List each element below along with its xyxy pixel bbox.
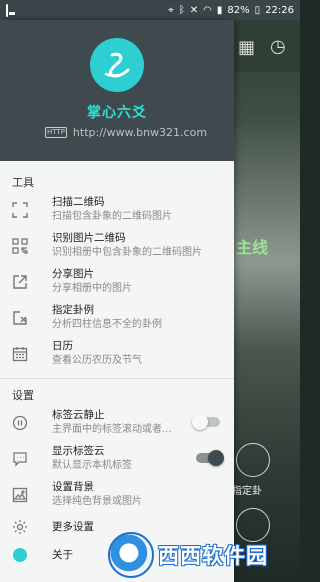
settings-section-title: 设置 <box>12 389 34 402</box>
signal-icon: ▮ <box>216 4 223 16</box>
calendar-icon <box>12 346 28 362</box>
website-link[interactable]: HTTP http://www.bnw321.com <box>45 126 207 139</box>
menu-item-recognize-qr[interactable]: 识别图片二维码 识别相册中包含卦象的二维码图片 <box>0 228 234 264</box>
menu-item-label: 日历 <box>52 340 73 352</box>
menu-item-label: 分享图片 <box>52 268 94 280</box>
background-calendar-icon[interactable]: ▦ <box>238 37 255 58</box>
battery-percent: 82% <box>227 4 250 16</box>
app-name: 掌心六爻 <box>87 105 147 121</box>
menu-item-label: 指定卦例 <box>52 304 94 316</box>
menu-item-description: 识别相册中包含卦象的二维码图片 <box>52 247 202 258</box>
location-icon: ⌖ <box>168 4 174 16</box>
tag-cloud-static-toggle[interactable] <box>192 414 220 430</box>
watermark-text: 西西软件园 <box>158 544 268 568</box>
menu-item-set-background[interactable]: 设置背景 选择纯色背景或图片 <box>0 477 234 513</box>
menu-item-label: 识别图片二维码 <box>52 232 126 244</box>
background-green-label: 主线 <box>236 238 269 257</box>
website-url: http://www.bnw321.com <box>72 126 208 139</box>
watermark-logo-icon <box>108 532 154 578</box>
gear-icon <box>12 519 28 535</box>
menu-item-description: 选择纯色背景或图片 <box>52 496 142 507</box>
about-icon <box>12 547 28 563</box>
qr-icon <box>12 238 28 254</box>
menu-item-description: 分析四柱信息不全的卦例 <box>52 319 162 330</box>
bluetooth-icon: ᛒ <box>178 4 185 16</box>
navigation-drawer: 掌心六爻 HTTP http://www.bnw321.com 工具 扫描二维码… <box>0 20 234 582</box>
scan-icon <box>12 202 28 218</box>
image-icon <box>12 487 28 503</box>
menu-item-description: 分享相册中的图片 <box>52 283 132 294</box>
menu-item-specify-case[interactable]: 指定卦例 分析四柱信息不全的卦例 <box>0 300 234 336</box>
app-logo <box>90 38 144 92</box>
menu-item-label: 设置背景 <box>52 481 94 493</box>
background-clock-icon[interactable]: ◷ <box>270 36 286 57</box>
chat-icon <box>12 451 28 467</box>
clock-time: 22:26 <box>265 4 294 16</box>
tools-section-title: 工具 <box>12 176 34 189</box>
menu-item-tag-cloud-static[interactable]: 标签云静止 主界面中的标签滚动或者... <box>0 405 234 441</box>
menu-item-scan-qr[interactable]: 扫描二维码 扫描包含卦象的二维码图片 <box>0 192 234 228</box>
menu-item-description: 查看公历农历及节气 <box>52 355 142 366</box>
pause-icon <box>12 415 28 431</box>
drawer-header: 掌心六爻 HTTP http://www.bnw321.com <box>0 20 234 161</box>
background-round-button[interactable] <box>236 443 270 477</box>
wifi-icon: ◠ <box>203 4 212 16</box>
mute-icon: ✕ <box>189 4 199 16</box>
menu-item-description: 扫描包含卦象的二维码图片 <box>52 211 172 222</box>
menu-item-calendar[interactable]: 日历 查看公历农历及节气 <box>0 336 234 372</box>
watermark: 西西软件园 <box>108 531 300 579</box>
menu-item-show-tag-cloud[interactable]: 显示标签云 默认显示本机标签 <box>0 441 234 477</box>
battery-icon: ▯ <box>254 4 261 16</box>
menu-item-label: 扫描二维码 <box>52 196 105 208</box>
status-bar: ⌖ ᛒ ✕ ◠ ▮ 82% ▯ 22:26 <box>0 0 300 20</box>
show-tag-cloud-toggle[interactable] <box>196 450 224 466</box>
share-icon <box>12 274 28 290</box>
menu-item-share-image[interactable]: 分享图片 分享相册中的图片 <box>0 264 234 300</box>
gallery-notification-icon <box>6 3 8 17</box>
edit-icon <box>12 310 28 326</box>
section-divider <box>0 378 234 379</box>
background-button-label: 指定卦 <box>232 486 262 497</box>
menu-item-description: 主界面中的标签滚动或者... <box>52 424 172 435</box>
http-icon: HTTP <box>45 127 67 138</box>
